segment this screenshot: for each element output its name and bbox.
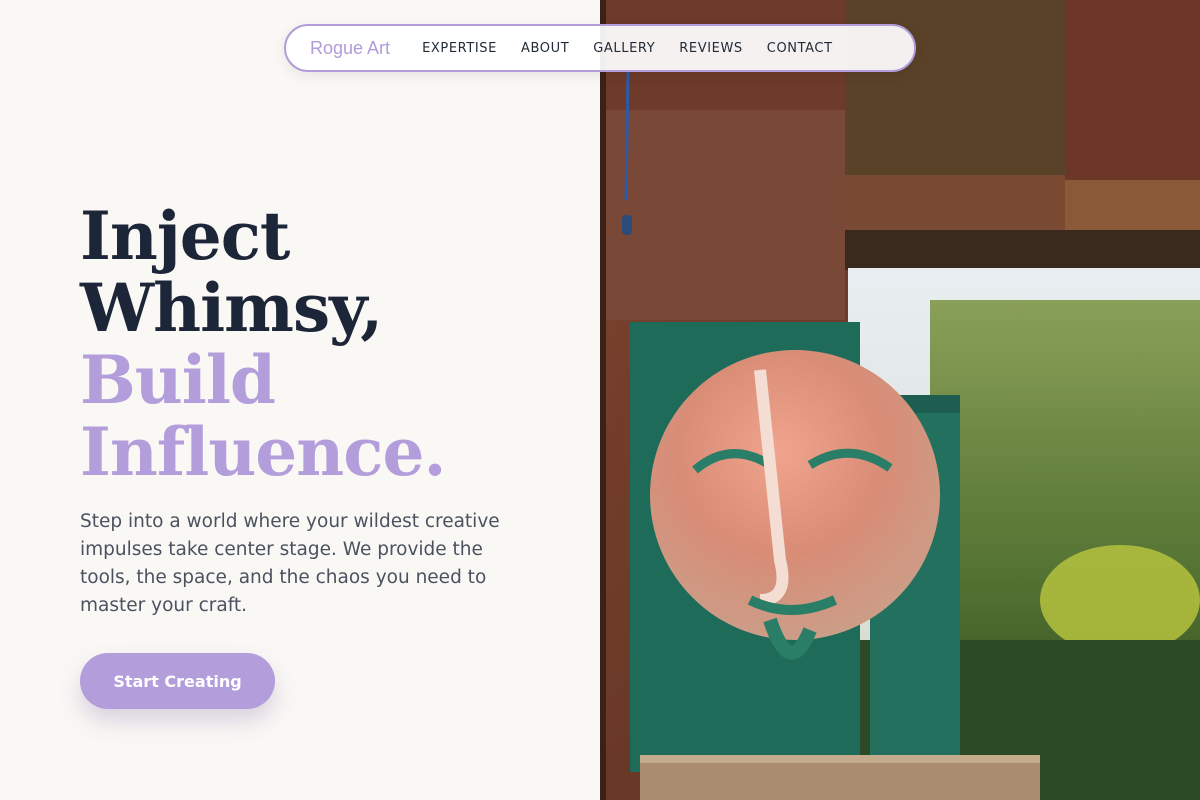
headline-line-1: Inject xyxy=(80,197,290,275)
headline-line-2: Whimsy, xyxy=(80,269,383,347)
nav-link-contact[interactable]: CONTACT xyxy=(767,41,833,56)
hero-left-panel: Inject Whimsy, Build Influence. Step int… xyxy=(0,0,600,800)
headline-line-3: Build xyxy=(80,341,276,419)
main-navigation: Rogue Art EXPERTISE ABOUT GALLERY REVIEW… xyxy=(284,24,916,72)
brand-logo-link[interactable]: Rogue Art xyxy=(310,38,390,59)
nav-link-expertise[interactable]: EXPERTISE xyxy=(422,41,497,56)
hero-lead-text: Step into a world where your wildest cre… xyxy=(80,511,500,616)
nav-link-about[interactable]: ABOUT xyxy=(521,41,569,56)
headline-line-4: Influence. xyxy=(80,413,446,491)
hero-artwork-image xyxy=(600,0,1200,800)
hero-headline: Inject Whimsy, Build Influence. xyxy=(80,197,446,491)
nav-link-gallery[interactable]: GALLERY xyxy=(593,41,655,56)
start-creating-button[interactable]: Start Creating xyxy=(80,653,275,709)
artwork-photo xyxy=(600,0,1200,800)
nav-link-reviews[interactable]: REVIEWS xyxy=(679,41,743,56)
